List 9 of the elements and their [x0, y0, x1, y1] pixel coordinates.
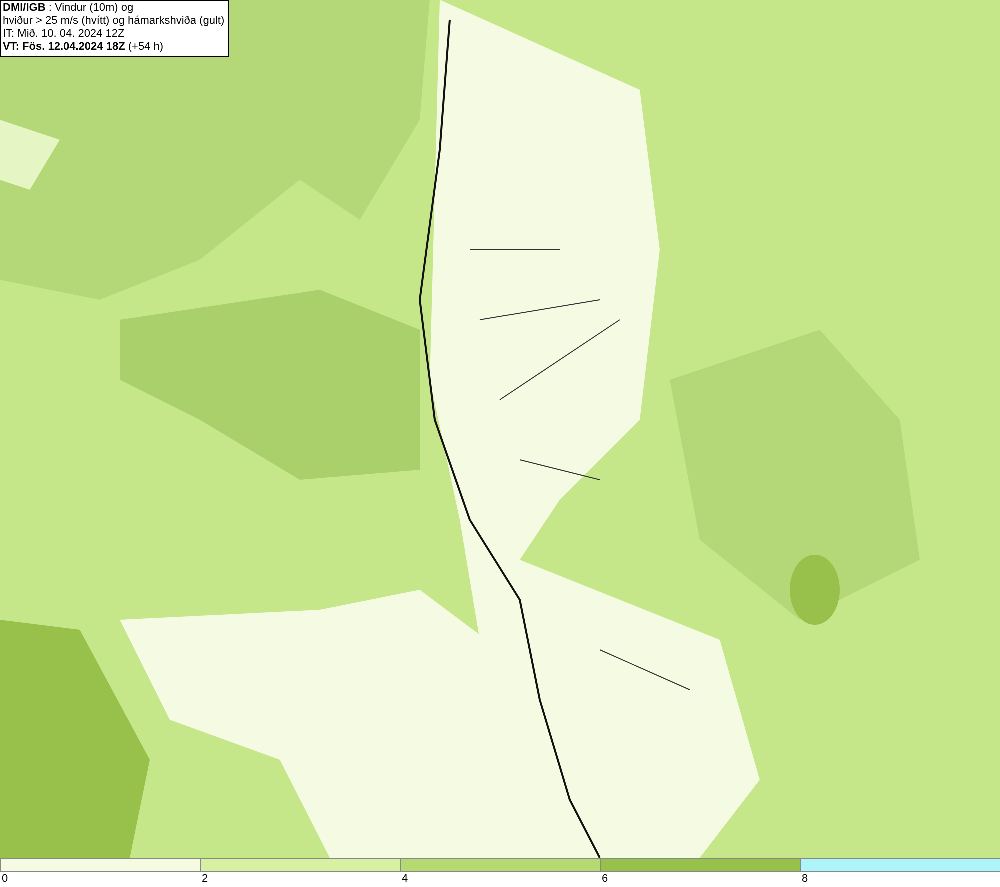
legend-tick-label: 8: [801, 873, 808, 885]
legend-tick-label: 4: [401, 873, 408, 885]
title-line: hviður > 25 m/s (hvítt) og hámarkshviða (gult): [3, 15, 226, 28]
title-line: VT: Fös. 12.04.2024 18Z (+54 h): [3, 41, 165, 54]
title-line: IT: Mið. 10. 04. 2024 12Z: [3, 28, 126, 41]
legend-tick-label: 2: [201, 873, 208, 885]
legend-tick-label: 0: [1, 873, 8, 885]
title-line: DMI/IGB : Vindur (10m) og: [3, 2, 135, 15]
legend-tick-label: 6: [601, 873, 608, 885]
